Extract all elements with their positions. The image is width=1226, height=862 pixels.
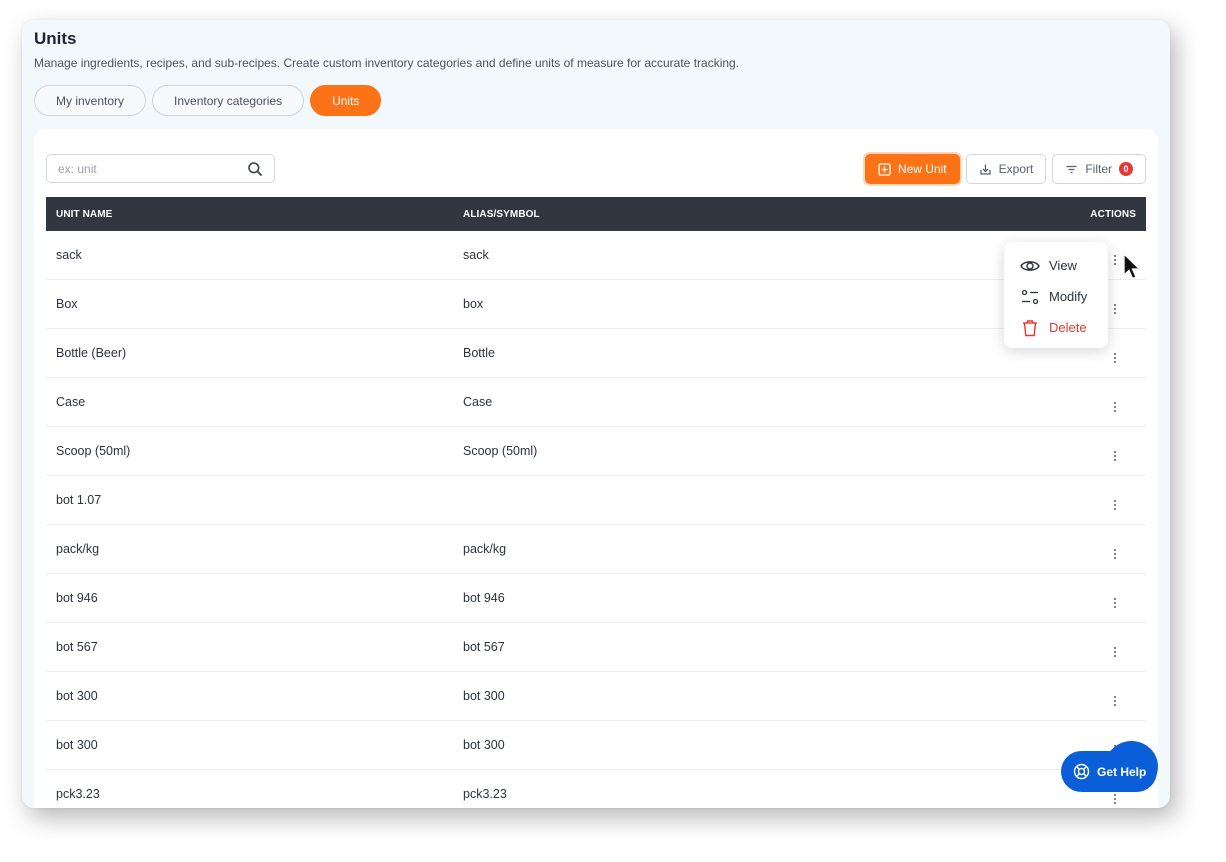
table-row[interactable]: pack/kg pack/kg <box>46 525 1146 574</box>
cell-unit-name: Box <box>56 297 78 311</box>
table-row[interactable]: Box box <box>46 280 1146 329</box>
table-row[interactable]: sack sack <box>46 231 1146 280</box>
table-row[interactable]: Bottle (Beer) Bottle <box>46 329 1146 378</box>
more-actions-icon[interactable] <box>1114 254 1116 265</box>
cell-unit-name: bot 1.07 <box>56 493 102 507</box>
page-description: Manage ingredients, recipes, and sub-rec… <box>34 56 740 70</box>
more-actions-icon[interactable] <box>1114 695 1116 706</box>
table-row[interactable]: bot 300 bot 300 <box>46 672 1146 721</box>
lifebuoy-icon <box>1073 763 1090 780</box>
page-title: Units <box>34 29 77 48</box>
units-table: UNIT NAME ALIAS/SYMBOL ACTIONS sack sack… <box>46 197 1146 808</box>
toolbar: New Unit Export Filter 0 <box>864 154 1146 184</box>
header-unit-name: UNIT NAME <box>56 208 113 220</box>
cell-unit-name: bot 300 <box>56 738 98 752</box>
table-row[interactable]: pck3.23 pck3.23 <box>46 770 1146 808</box>
tab-inventory-categories[interactable]: Inventory categories <box>152 85 305 116</box>
header-actions: ACTIONS <box>1090 208 1136 220</box>
sliders-icon <box>1020 287 1040 307</box>
cell-alias: bot 946 <box>463 591 505 605</box>
plus-square-icon <box>878 162 891 176</box>
table-row[interactable]: bot 300 bot 300 <box>46 721 1146 770</box>
trash-icon <box>1020 318 1040 338</box>
table-row[interactable]: bot 946 bot 946 <box>46 574 1146 623</box>
search-box <box>46 154 275 183</box>
table-header: UNIT NAME ALIAS/SYMBOL ACTIONS <box>46 197 1146 231</box>
cell-alias: pck3.23 <box>463 787 507 801</box>
more-actions-icon[interactable] <box>1114 646 1116 657</box>
menu-view-label: View <box>1049 258 1077 273</box>
filter-label: Filter <box>1085 162 1112 176</box>
cell-alias: Scoop (50ml) <box>463 444 538 458</box>
tab-units[interactable]: Units <box>310 85 382 116</box>
menu-item-view[interactable]: View <box>1004 250 1108 281</box>
app-window: Units Manage ingredients, recipes, and s… <box>22 20 1170 808</box>
more-actions-icon[interactable] <box>1114 303 1116 314</box>
cell-alias: Case <box>463 395 493 409</box>
cell-alias: bot 567 <box>463 640 505 654</box>
cell-unit-name: Case <box>56 395 86 409</box>
get-help-label: Get Help <box>1097 764 1147 779</box>
cell-alias: sack <box>463 248 489 262</box>
cell-unit-name: bot 300 <box>56 689 98 703</box>
table-row[interactable]: Scoop (50ml) Scoop (50ml) <box>46 427 1146 476</box>
more-actions-icon[interactable] <box>1114 450 1116 461</box>
more-actions-icon[interactable] <box>1114 597 1116 608</box>
menu-modify-label: Modify <box>1049 289 1088 304</box>
cell-alias: box <box>463 297 484 311</box>
export-button[interactable]: Export <box>965 154 1047 184</box>
menu-item-delete[interactable]: Delete <box>1004 312 1108 343</box>
search-input[interactable] <box>58 161 247 176</box>
tab-my-inventory[interactable]: My inventory <box>34 85 147 116</box>
more-actions-icon[interactable] <box>1114 352 1116 363</box>
more-actions-icon[interactable] <box>1114 499 1116 510</box>
cell-unit-name: pck3.23 <box>56 787 100 801</box>
cell-unit-name: pack/kg <box>56 542 100 556</box>
more-actions-icon[interactable] <box>1114 401 1116 412</box>
cell-unit-name: sack <box>56 248 82 262</box>
tab-bar: My inventory Inventory categories Units <box>34 85 382 116</box>
more-actions-icon[interactable] <box>1114 793 1116 804</box>
mouse-cursor-icon <box>1123 252 1142 280</box>
get-help-button[interactable]: Get Help <box>1061 751 1157 792</box>
table-row[interactable]: bot 567 bot 567 <box>46 623 1146 672</box>
units-card: New Unit Export Filter 0 UNIT NAME ALIAS… <box>34 129 1158 808</box>
row-actions-menu: View Modify Delete <box>1004 242 1108 348</box>
filter-icon <box>1065 163 1078 176</box>
cell-unit-name: bot 946 <box>56 591 98 605</box>
eye-icon <box>1020 256 1040 276</box>
header-alias-symbol: ALIAS/SYMBOL <box>463 208 540 220</box>
cell-unit-name: Scoop (50ml) <box>56 444 131 458</box>
menu-item-modify[interactable]: Modify <box>1004 281 1108 312</box>
export-icon <box>979 163 992 176</box>
filter-button[interactable]: Filter 0 <box>1052 154 1146 184</box>
cell-alias: Bottle <box>463 346 495 360</box>
menu-delete-label: Delete <box>1049 320 1087 335</box>
cell-unit-name: bot 567 <box>56 640 98 654</box>
filter-count-badge: 0 <box>1119 162 1133 176</box>
cell-alias: pack/kg <box>463 542 507 556</box>
table-row[interactable]: Case Case <box>46 378 1146 427</box>
cell-unit-name: Bottle (Beer) <box>56 346 127 360</box>
more-actions-icon[interactable] <box>1114 548 1116 559</box>
cell-alias: bot 300 <box>463 738 505 752</box>
export-label: Export <box>998 162 1034 176</box>
new-unit-button[interactable]: New Unit <box>864 154 960 184</box>
new-unit-label: New Unit <box>897 162 947 176</box>
search-icon[interactable] <box>247 161 263 177</box>
table-row[interactable]: bot 1.07 <box>46 476 1146 525</box>
cell-alias: bot 300 <box>463 689 505 703</box>
